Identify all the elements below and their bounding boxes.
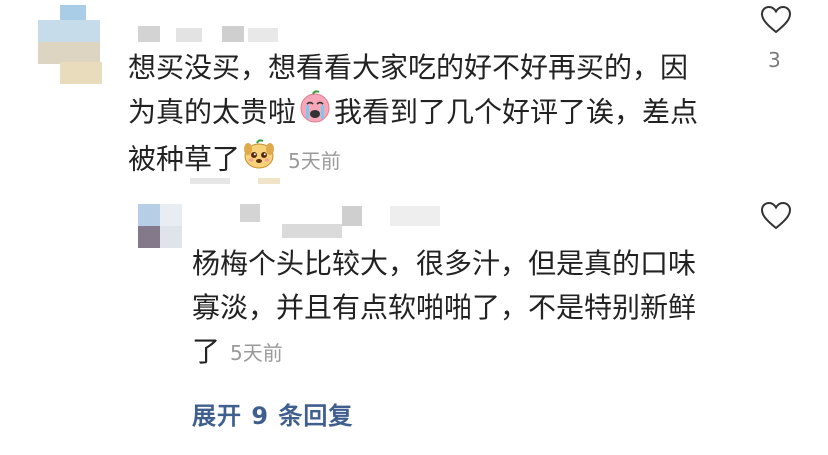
crying-face-emoji: [298, 90, 332, 137]
expand-replies-button[interactable]: 展开 9 条回复: [192, 396, 353, 431]
obscured-fragment: [190, 178, 230, 184]
heart-icon: [760, 5, 792, 34]
like-button[interactable]: [760, 4, 792, 36]
comment-line-1: 想买没买，想看看大家吃的好不好再买的，因: [128, 51, 689, 84]
heart-icon: [760, 201, 792, 230]
comment-avatar[interactable]: [38, 0, 122, 86]
comment-line-3: 被种草了 5天前: [128, 137, 698, 184]
reply-time: 5天前: [230, 341, 283, 365]
reply-like-button[interactable]: [760, 200, 792, 232]
reply-avatar[interactable]: [138, 204, 182, 248]
obscured-fragment: [258, 178, 280, 184]
reply-text: 杨梅个头比较大，很多汁，但是真的口味 寡淡，并且有点软啪啪了，不是特别新鲜 了5…: [192, 242, 696, 375]
reply-line-2: 寡淡，并且有点软啪啪了，不是特别新鲜: [192, 291, 697, 324]
comment-text: 想买没买，想看看大家吃的好不好再买的，因 为真的太贵啦 我看到了几个好评了诶，差…: [128, 46, 698, 184]
comment-time: 5天前: [288, 148, 341, 173]
comment-username[interactable]: [138, 26, 278, 44]
reply-username[interactable]: [240, 204, 450, 240]
reply-line-1: 杨梅个头比较大，很多汁，但是真的口味: [192, 247, 697, 280]
cute-dog-emoji: [242, 137, 276, 184]
like-count: 3: [768, 48, 781, 72]
comment-line-2: 为真的太贵啦 我看到了几个好评了诶，差点: [128, 90, 698, 137]
reply-line-3: 了 5天前: [192, 335, 283, 368]
